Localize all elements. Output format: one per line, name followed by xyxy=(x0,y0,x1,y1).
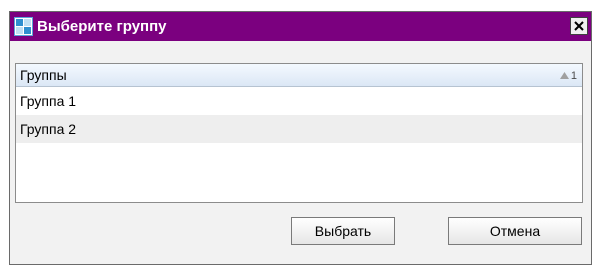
column-header-groups[interactable]: Группы 1 xyxy=(16,64,582,87)
list-item-group-2[interactable]: Группа 2 xyxy=(16,115,582,143)
sort-index: 1 xyxy=(570,69,577,82)
sort-ascending-icon xyxy=(559,72,569,79)
select-button[interactable]: Выбрать xyxy=(291,217,395,245)
cancel-button[interactable]: Отмена xyxy=(448,217,582,245)
column-header-label: Группы xyxy=(20,67,67,83)
dialog-title: Выберите группу xyxy=(37,18,167,35)
list-item-group-1[interactable]: Группа 1 xyxy=(16,87,582,115)
dialog-body: Группы 1 Группа 1 Группа 2 Выбрать Отмен… xyxy=(10,41,591,264)
list-item-label: Группа 2 xyxy=(20,121,77,137)
close-icon xyxy=(574,21,584,31)
list-item-label: Группа 1 xyxy=(20,93,77,109)
select-group-dialog: Выберите группу Группы 1 Группа 1 Группа… xyxy=(9,11,592,265)
groups-list[interactable]: Группы 1 Группа 1 Группа 2 xyxy=(15,63,583,203)
title-bar[interactable]: Выберите группу xyxy=(10,12,591,41)
sort-indicator: 1 xyxy=(559,67,577,84)
close-button[interactable] xyxy=(570,17,588,35)
app-logo-icon xyxy=(14,17,33,36)
